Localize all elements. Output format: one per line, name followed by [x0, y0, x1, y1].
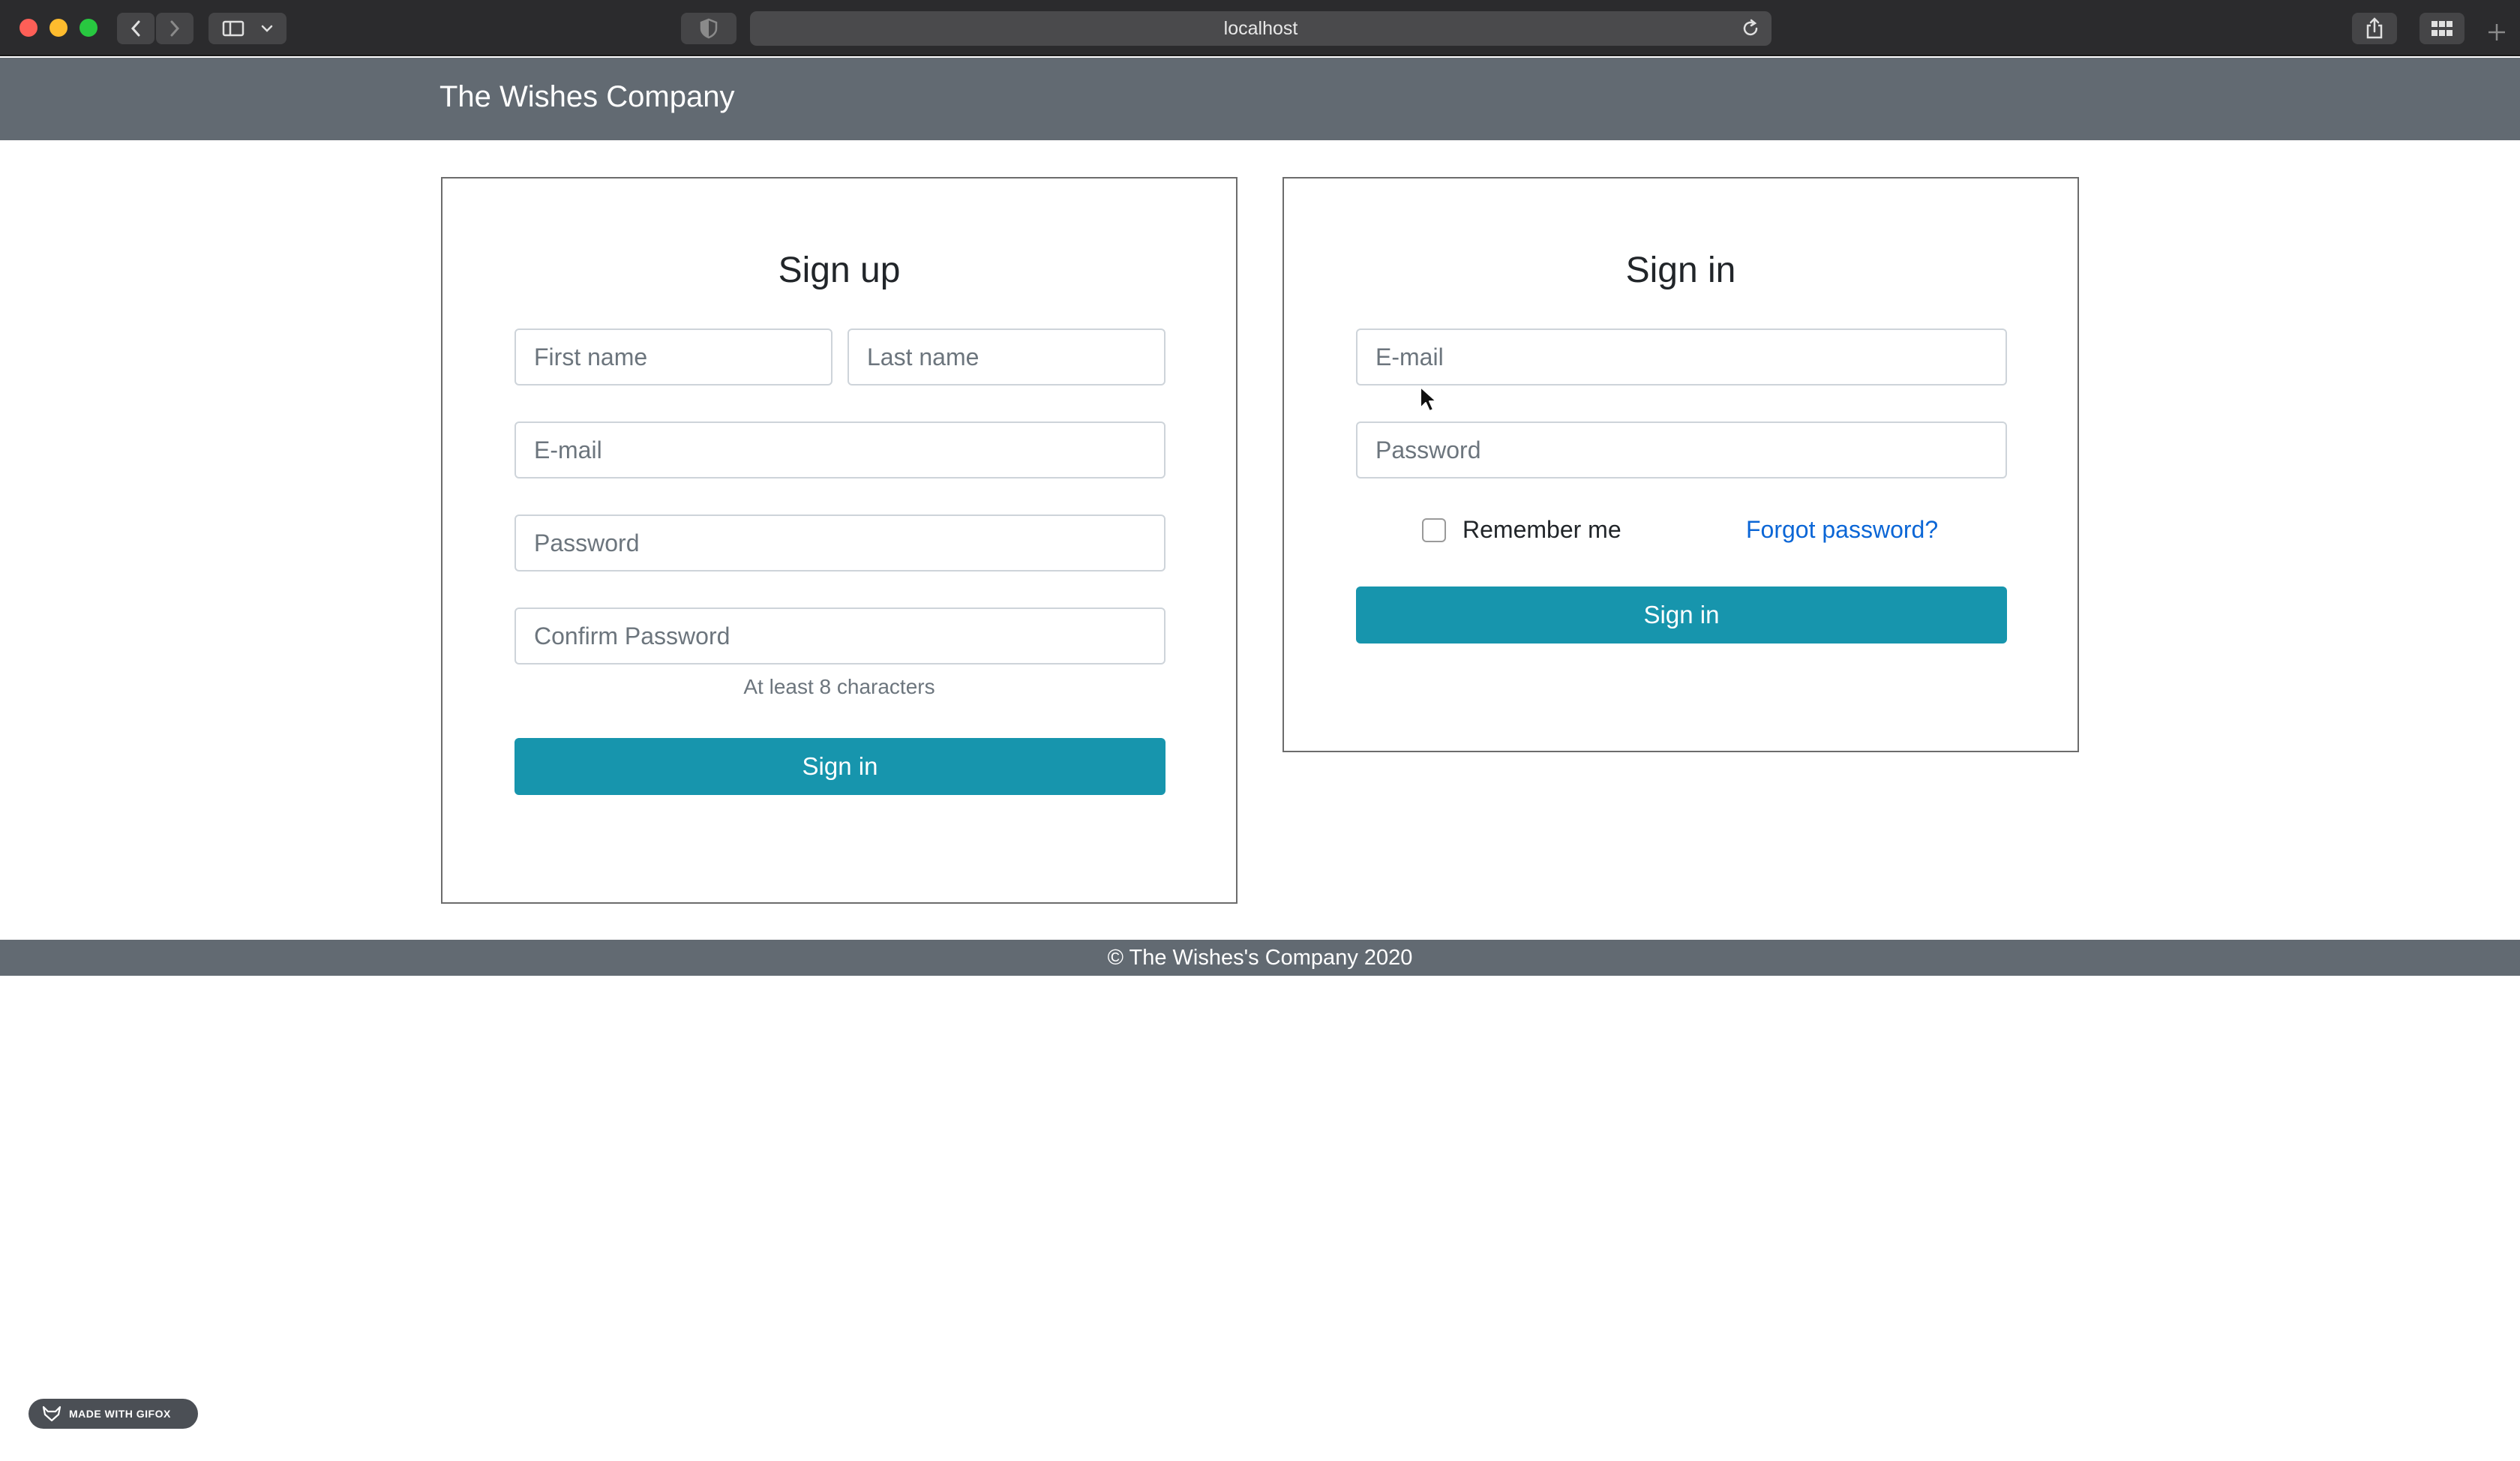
browser-titlebar: localhost — [0, 0, 2520, 56]
signup-submit-label: Sign in — [802, 752, 878, 780]
forgot-password-link[interactable]: Forgot password? — [1746, 516, 1938, 544]
footer-copyright: © The Wishes's Company 2020 — [1107, 945, 1413, 970]
signin-email-placeholder: E-mail — [1376, 343, 1444, 370]
tab-overview-button[interactable] — [2420, 13, 2464, 44]
navbar: The Wishes Company — [0, 58, 2520, 140]
share-button[interactable] — [2352, 13, 2397, 44]
signin-card: Sign in E-mail Password Remember me Forg… — [1282, 177, 2079, 752]
reload-icon[interactable] — [1740, 18, 1761, 39]
maximize-window-button[interactable] — [80, 19, 98, 37]
share-icon — [2366, 17, 2383, 39]
forward-button[interactable] — [156, 13, 194, 44]
mouse-cursor-icon — [1420, 386, 1437, 412]
signup-card: Sign up First name Last name E-mail Pass… — [441, 177, 1238, 904]
signin-password-placeholder: Password — [1376, 436, 1481, 464]
password-hint: At least 8 characters — [743, 675, 935, 698]
first-name-input[interactable]: First name — [514, 328, 832, 386]
signup-email-placeholder: E-mail — [534, 436, 602, 464]
sidebar-toggle-button[interactable] — [208, 13, 286, 44]
signin-password-input[interactable]: Password — [1356, 422, 2007, 478]
chevron-down-icon — [261, 25, 273, 32]
gifox-watermark: MADE WITH GIFOX — [28, 1399, 198, 1429]
signup-password-input[interactable]: Password — [514, 514, 1166, 572]
chevron-right-icon — [170, 20, 180, 37]
plus-icon — [2488, 24, 2505, 40]
remember-me-control[interactable]: Remember me — [1422, 516, 1622, 544]
sidebar-icon — [222, 20, 244, 37]
new-tab-button[interactable] — [2486, 21, 2508, 47]
remember-me-label: Remember me — [1462, 516, 1622, 543]
grid-icon — [2432, 21, 2452, 36]
last-name-input[interactable]: Last name — [848, 328, 1166, 386]
signup-email-input[interactable]: E-mail — [514, 422, 1166, 478]
signin-submit-label: Sign in — [1643, 601, 1720, 628]
confirm-password-input[interactable]: Confirm Password — [514, 608, 1166, 664]
url-text: localhost — [1223, 17, 1298, 39]
footer: © The Wishes's Company 2020 — [0, 940, 2520, 976]
signin-email-input[interactable]: E-mail — [1356, 328, 2007, 386]
gifox-watermark-text: MADE WITH GIFOX — [69, 1408, 171, 1420]
signin-submit-button[interactable]: Sign in — [1356, 586, 2007, 644]
close-window-button[interactable] — [20, 19, 38, 37]
minimize-window-button[interactable] — [50, 19, 68, 37]
chevron-left-icon — [130, 20, 140, 37]
signup-submit-button[interactable]: Sign in — [514, 738, 1166, 795]
fox-icon — [42, 1406, 62, 1422]
first-name-placeholder: First name — [534, 343, 648, 370]
signin-title: Sign in — [1625, 250, 1736, 290]
shield-icon — [700, 18, 718, 39]
address-bar[interactable]: localhost — [750, 11, 1772, 46]
back-button[interactable] — [117, 13, 154, 44]
remember-me-checkbox[interactable] — [1422, 518, 1446, 542]
last-name-placeholder: Last name — [867, 343, 980, 370]
confirm-password-placeholder: Confirm Password — [534, 622, 730, 650]
brand-link[interactable]: The Wishes Company — [440, 80, 734, 114]
signup-title: Sign up — [778, 250, 901, 290]
privacy-report-button[interactable] — [681, 13, 736, 44]
signup-password-placeholder: Password — [534, 529, 640, 556]
